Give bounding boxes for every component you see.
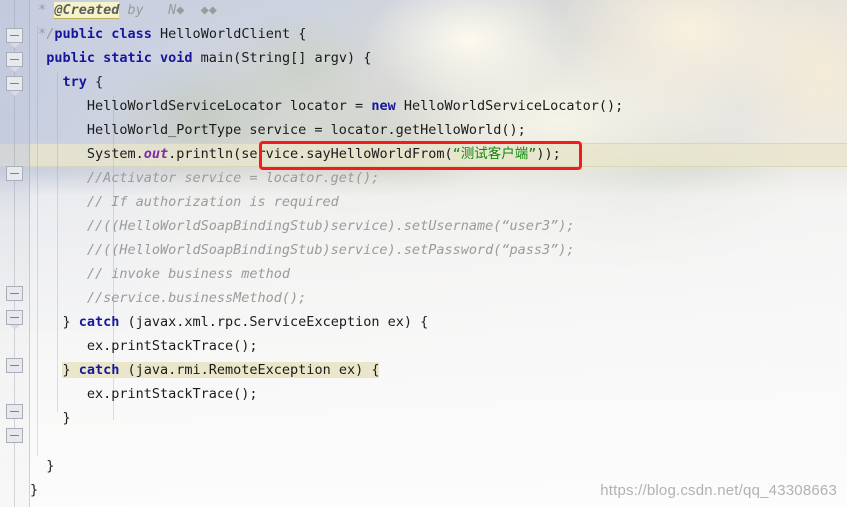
code-line-text: ex.printStackTrace(); bbox=[87, 334, 258, 358]
code-line[interactable]: } bbox=[0, 406, 847, 430]
code-token: //Activator service = locator.get(); bbox=[86, 170, 380, 186]
code-line-text: ex.printStackTrace(); bbox=[87, 382, 258, 406]
watermark-text: https://blog.csdn.net/qq_43308663 bbox=[600, 482, 837, 499]
code-line-text: //service.businessMethod(); bbox=[87, 286, 306, 310]
code-token: System. bbox=[86, 146, 144, 162]
code-token: } bbox=[62, 362, 79, 378]
code-line[interactable]: //((HelloWorldSoapBindingStub)service).s… bbox=[0, 214, 847, 238]
code-line-text: */public class HelloWorldClient { bbox=[38, 22, 306, 46]
code-token: { bbox=[86, 74, 104, 90]
code-token: public static void bbox=[46, 50, 193, 66]
code-token: // If authorization is required bbox=[86, 194, 339, 210]
code-line[interactable]: HelloWorld_PortType service = locator.ge… bbox=[0, 118, 847, 142]
code-token: HelloWorldServiceLocator(); bbox=[395, 98, 624, 114]
code-token: } bbox=[46, 458, 55, 474]
code-token: //((HelloWorldSoapBindingStub)service).s… bbox=[86, 218, 575, 234]
code-token: (java.rmi.RemoteException ex) { bbox=[119, 362, 380, 378]
code-token: catch bbox=[78, 362, 120, 378]
code-line-text: HelloWorldServiceLocator locator = new H… bbox=[87, 94, 623, 118]
code-line-text: * @Created by N◆ ◆◆ bbox=[38, 0, 217, 22]
code-token: (javax.xml.rpc.ServiceException ex) { bbox=[119, 314, 429, 330]
code-token: // invoke business method bbox=[86, 266, 291, 282]
code-line-text: } bbox=[30, 478, 38, 502]
code-line[interactable]: } bbox=[0, 454, 847, 478]
code-line-text: } bbox=[62, 406, 70, 430]
code-line-text: // invoke business method bbox=[87, 262, 290, 286]
code-token: “测试客户端” bbox=[452, 146, 537, 162]
code-token: * bbox=[38, 2, 55, 18]
code-line[interactable]: * @Created by N◆ ◆◆ bbox=[0, 0, 847, 22]
code-line[interactable]: ex.printStackTrace(); bbox=[0, 334, 847, 358]
code-token: out bbox=[143, 146, 169, 162]
code-token: public class bbox=[54, 26, 152, 42]
code-line-text: try { bbox=[62, 70, 103, 94]
code-token: HelloWorld_PortType service = locator.ge… bbox=[86, 122, 526, 138]
code-token: by N◆ ◆◆ bbox=[119, 2, 217, 18]
code-line[interactable]: // invoke business method bbox=[0, 262, 847, 286]
code-line-text: // If authorization is required bbox=[87, 190, 339, 214]
code-line[interactable]: //((HelloWorldSoapBindingStub)service).s… bbox=[0, 238, 847, 262]
code-editor[interactable]: * @Created by N◆ ◆◆ */public class HelloW… bbox=[0, 0, 847, 507]
code-line[interactable]: //service.businessMethod(); bbox=[0, 286, 847, 310]
code-line-text: //((HelloWorldSoapBindingStub)service).s… bbox=[87, 238, 575, 262]
code-token: ex.printStackTrace(); bbox=[86, 338, 258, 354]
code-text[interactable]: * @Created by N◆ ◆◆ */public class HelloW… bbox=[0, 0, 847, 507]
code-token: @Created bbox=[54, 2, 120, 19]
code-line[interactable] bbox=[0, 430, 847, 454]
code-token: catch bbox=[78, 314, 120, 330]
code-line[interactable]: public static void main(String[] argv) { bbox=[0, 46, 847, 70]
code-line[interactable]: HelloWorldServiceLocator locator = new H… bbox=[0, 94, 847, 118]
code-token: //service.businessMethod(); bbox=[86, 290, 307, 306]
code-line-text: public static void main(String[] argv) { bbox=[46, 46, 371, 70]
code-token: HelloWorldServiceLocator locator = bbox=[86, 98, 372, 114]
code-token: .println(service.sayHelloWorldFrom( bbox=[168, 146, 453, 162]
code-token: */ bbox=[38, 26, 55, 42]
code-line-text: //Activator service = locator.get(); bbox=[87, 166, 380, 190]
code-line[interactable]: //Activator service = locator.get(); bbox=[0, 166, 847, 190]
code-token: try bbox=[62, 74, 87, 90]
code-line[interactable]: */public class HelloWorldClient { bbox=[0, 22, 847, 46]
code-line-text: } bbox=[46, 454, 54, 478]
code-line-text: HelloWorld_PortType service = locator.ge… bbox=[87, 118, 526, 142]
code-line[interactable]: System.out.println(service.sayHelloWorld… bbox=[0, 142, 847, 166]
code-token: main(String[] argv) { bbox=[192, 50, 372, 66]
code-token: } bbox=[62, 410, 71, 426]
code-line-text: } catch (javax.xml.rpc.ServiceException … bbox=[62, 310, 428, 334]
code-token: )); bbox=[536, 146, 561, 162]
code-token: new bbox=[371, 98, 396, 114]
code-line[interactable]: } catch (javax.xml.rpc.ServiceException … bbox=[0, 310, 847, 334]
code-line[interactable]: try { bbox=[0, 70, 847, 94]
code-token: } bbox=[62, 314, 79, 330]
code-line[interactable]: ex.printStackTrace(); bbox=[0, 382, 847, 406]
code-token: } bbox=[30, 482, 39, 498]
code-line-text: } catch (java.rmi.RemoteException ex) { bbox=[62, 358, 380, 382]
code-line-text: //((HelloWorldSoapBindingStub)service).s… bbox=[87, 214, 575, 238]
code-line[interactable]: // If authorization is required bbox=[0, 190, 847, 214]
code-line[interactable]: } catch (java.rmi.RemoteException ex) { bbox=[0, 358, 847, 382]
code-token: //((HelloWorldSoapBindingStub)service).s… bbox=[86, 242, 575, 258]
code-token: ex.printStackTrace(); bbox=[86, 386, 258, 402]
code-token: HelloWorldClient { bbox=[151, 26, 307, 42]
code-line-text: System.out.println(service.sayHelloWorld… bbox=[87, 142, 561, 166]
